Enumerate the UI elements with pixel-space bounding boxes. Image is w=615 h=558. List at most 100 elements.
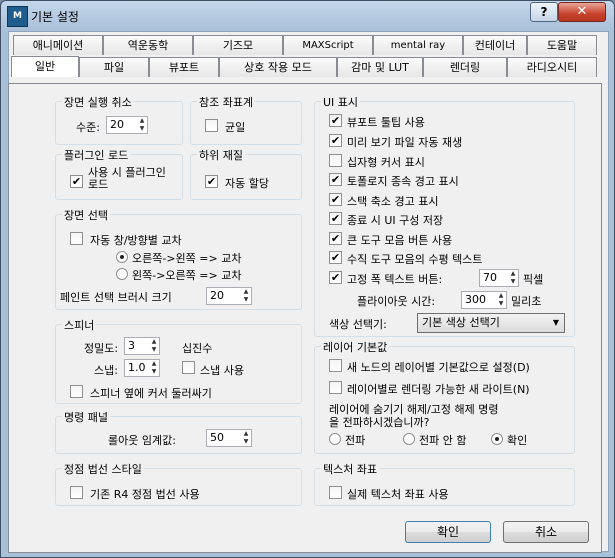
spinner-arrows-icon[interactable]: ▲ ▼ [508, 270, 518, 286]
tab-general[interactable]: 일반 [11, 56, 79, 77]
ui-option-label: 미리 보기 파일 자동 재생 [347, 136, 463, 149]
real-world-label: 실제 텍스처 좌표 사용 [347, 488, 449, 501]
levels-spinner[interactable]: 20 ▲ ▼ [106, 116, 148, 134]
spinner-arrows-icon[interactable]: ▲ ▼ [241, 430, 251, 446]
spinner-arrows-icon[interactable]: ▲ ▼ [149, 360, 159, 376]
group-title: 정점 법선 스타일 [62, 461, 144, 477]
ui-option-label: 토폴로지 종속 경고 표시 [347, 175, 459, 188]
group-title: 장면 실행 취소 [62, 94, 134, 110]
propagate-all-radio[interactable] [329, 433, 341, 445]
legacy-normals-label: 기존 R4 정점 법선 사용 [90, 488, 200, 501]
legacy-normals-checkbox[interactable] [70, 486, 83, 499]
ui-option-checkbox[interactable]: ✔ [329, 193, 342, 206]
flyout-time-spinner[interactable]: 300 ▲ ▼ [461, 291, 507, 309]
ms-unit-label: 밀리초 [511, 295, 542, 308]
fixed-width-value: 70 [483, 271, 497, 284]
general-tab-panel: 장면 실행 취소 수준: 20 ▲ ▼ 참조 좌표계 균일 플러그인 로드 ✔ 사… [8, 83, 602, 553]
ui-option-label: 십자형 커서 표시 [347, 156, 425, 169]
tab-animation[interactable]: 애니메이션 [13, 35, 103, 55]
ui-option-checkbox[interactable] [329, 154, 342, 167]
spinner-arrows-icon[interactable]: ▲ ▼ [496, 292, 506, 308]
brush-size-label: 페인트 선택 브러시 크기 [60, 291, 172, 304]
fixed-width-checkbox[interactable]: ✔ [329, 271, 342, 284]
tab-ik[interactable]: 역운동학 [103, 35, 193, 55]
vertex-normal-group: 정점 법선 스타일 기존 R4 정점 법선 사용 [55, 461, 302, 506]
title-bar[interactable]: M 기본 설정 ? ✕ [1, 1, 614, 31]
rollout-threshold-spinner[interactable]: 50 ▲ ▼ [206, 429, 252, 447]
cancel-button[interactable]: 취소 [503, 521, 589, 543]
color-selector-label: 색상 선택기: [329, 318, 387, 331]
new-lights-label: 레이어별로 렌더링 가능한 새 라이트(N) [347, 383, 530, 396]
wrap-cursor-checkbox[interactable] [70, 385, 83, 398]
right-left-label: 오른쪽->왼쪽 => 교차 [132, 252, 242, 265]
brush-size-spinner[interactable]: 20 ▲ ▼ [206, 287, 252, 305]
tab-interaction-mode[interactable]: 상호 작용 모드 [219, 57, 337, 77]
close-button[interactable]: ✕ [558, 2, 606, 22]
new-lights-checkbox[interactable] [329, 381, 342, 394]
propagate-none-radio[interactable] [403, 433, 415, 445]
tab-gamma-lut[interactable]: 감마 및 LUT [337, 57, 423, 77]
tab-radiosity[interactable]: 라디오시티 [507, 57, 597, 77]
fixed-width-label: 고정 폭 텍스트 버튼: [347, 273, 443, 286]
ui-option-checkbox[interactable]: ✔ [329, 134, 342, 147]
tab-gizmos[interactable]: 기즈모 [193, 35, 283, 55]
ui-option-label: 큰 도구 모음 버튼 사용 [347, 234, 453, 247]
chevron-down-icon: ▼ [552, 318, 559, 327]
app-icon: M [7, 6, 28, 27]
snap-spinner[interactable]: 1.0 ▲ ▼ [124, 359, 160, 377]
auto-cross-label: 자동 창/방향별 교차 [90, 234, 182, 247]
uniform-checkbox[interactable] [205, 119, 218, 132]
sub-materials-group: 하위 재질 ✔ 자동 할당 [190, 147, 302, 200]
ref-coords-group: 참조 좌표계 균일 [190, 94, 302, 145]
tab-containers[interactable]: 컨테이너 [463, 35, 527, 55]
command-panel-group: 명령 패널 롤아웃 임계값: 50 ▲ ▼ [55, 409, 302, 454]
propagate-ask-radio[interactable] [491, 433, 503, 445]
ui-option-checkbox[interactable]: ✔ [329, 251, 342, 264]
precision-value: 3 [128, 339, 135, 352]
spinner-arrows-icon[interactable]: ▲ ▼ [241, 288, 251, 304]
ui-option-checkbox[interactable]: ✔ [329, 232, 342, 245]
precision-spinner[interactable]: 3 ▲ ▼ [124, 337, 160, 355]
color-selector-dropdown[interactable]: 기본 색상 선택기 ▼ [417, 313, 565, 333]
tab-rendering[interactable]: 렌더링 [423, 57, 507, 77]
propagate-ask-label: 확인 [507, 434, 528, 447]
group-title: 장면 선택 [62, 207, 110, 223]
brush-size-value: 20 [210, 289, 224, 302]
snap-label: 스냅: [94, 364, 118, 377]
ui-option-checkbox[interactable]: ✔ [329, 212, 342, 225]
use-snap-checkbox[interactable] [182, 361, 195, 374]
tab-maxscript[interactable]: MAXScript [283, 35, 373, 55]
pixel-unit-label: 픽셀 [523, 273, 544, 286]
right-left-radio[interactable] [116, 251, 128, 263]
new-nodes-checkbox[interactable] [329, 359, 342, 372]
group-title: UI 표시 [321, 94, 361, 110]
ui-display-group: UI 표시 ✔ 뷰포트 툴팁 사용 ✔ 미리 보기 파일 자동 재생 십자형 커… [314, 94, 575, 337]
auto-assign-checkbox[interactable]: ✔ [205, 175, 218, 188]
help-button[interactable]: ? [530, 2, 558, 22]
plugin-load-group: 플러그인 로드 ✔ 사용 시 플러그인 로드 [55, 147, 183, 200]
fixed-width-spinner[interactable]: 70 ▲ ▼ [479, 269, 519, 287]
spinner-arrows-icon[interactable]: ▲ ▼ [149, 338, 159, 354]
tab-files[interactable]: 파일 [79, 57, 149, 77]
scene-undo-group: 장면 실행 취소 수준: 20 ▲ ▼ [55, 94, 183, 145]
tab-help[interactable]: 도움말 [527, 35, 597, 55]
tab-viewports[interactable]: 뷰포트 [149, 57, 219, 77]
left-right-label: 왼쪽->오른쪽 => 교차 [132, 269, 242, 282]
auto-assign-label: 자동 할당 [225, 177, 269, 190]
load-on-use-checkbox[interactable]: ✔ [70, 175, 83, 188]
use-snap-label: 스냅 사용 [200, 364, 244, 377]
color-selector-value: 기본 색상 선택기 [422, 316, 500, 329]
left-right-radio[interactable] [116, 268, 128, 280]
snap-value: 1.0 [128, 361, 146, 374]
rollout-threshold-label: 롤아웃 임계값: [108, 434, 176, 447]
levels-value: 20 [110, 118, 124, 131]
ui-option-label: 종료 시 UI 구성 저장 [347, 214, 444, 227]
ui-option-checkbox[interactable]: ✔ [329, 114, 342, 127]
auto-cross-checkbox[interactable] [70, 232, 83, 245]
ok-button[interactable]: 확인 [405, 521, 491, 543]
window-title: 기본 설정 [31, 10, 79, 24]
group-title: 레이어 기본값 [321, 339, 390, 355]
ui-option-checkbox[interactable]: ✔ [329, 173, 342, 186]
spinner-arrows-icon[interactable]: ▲ ▼ [137, 117, 147, 133]
tab-mental-ray[interactable]: mental ray [373, 35, 463, 55]
